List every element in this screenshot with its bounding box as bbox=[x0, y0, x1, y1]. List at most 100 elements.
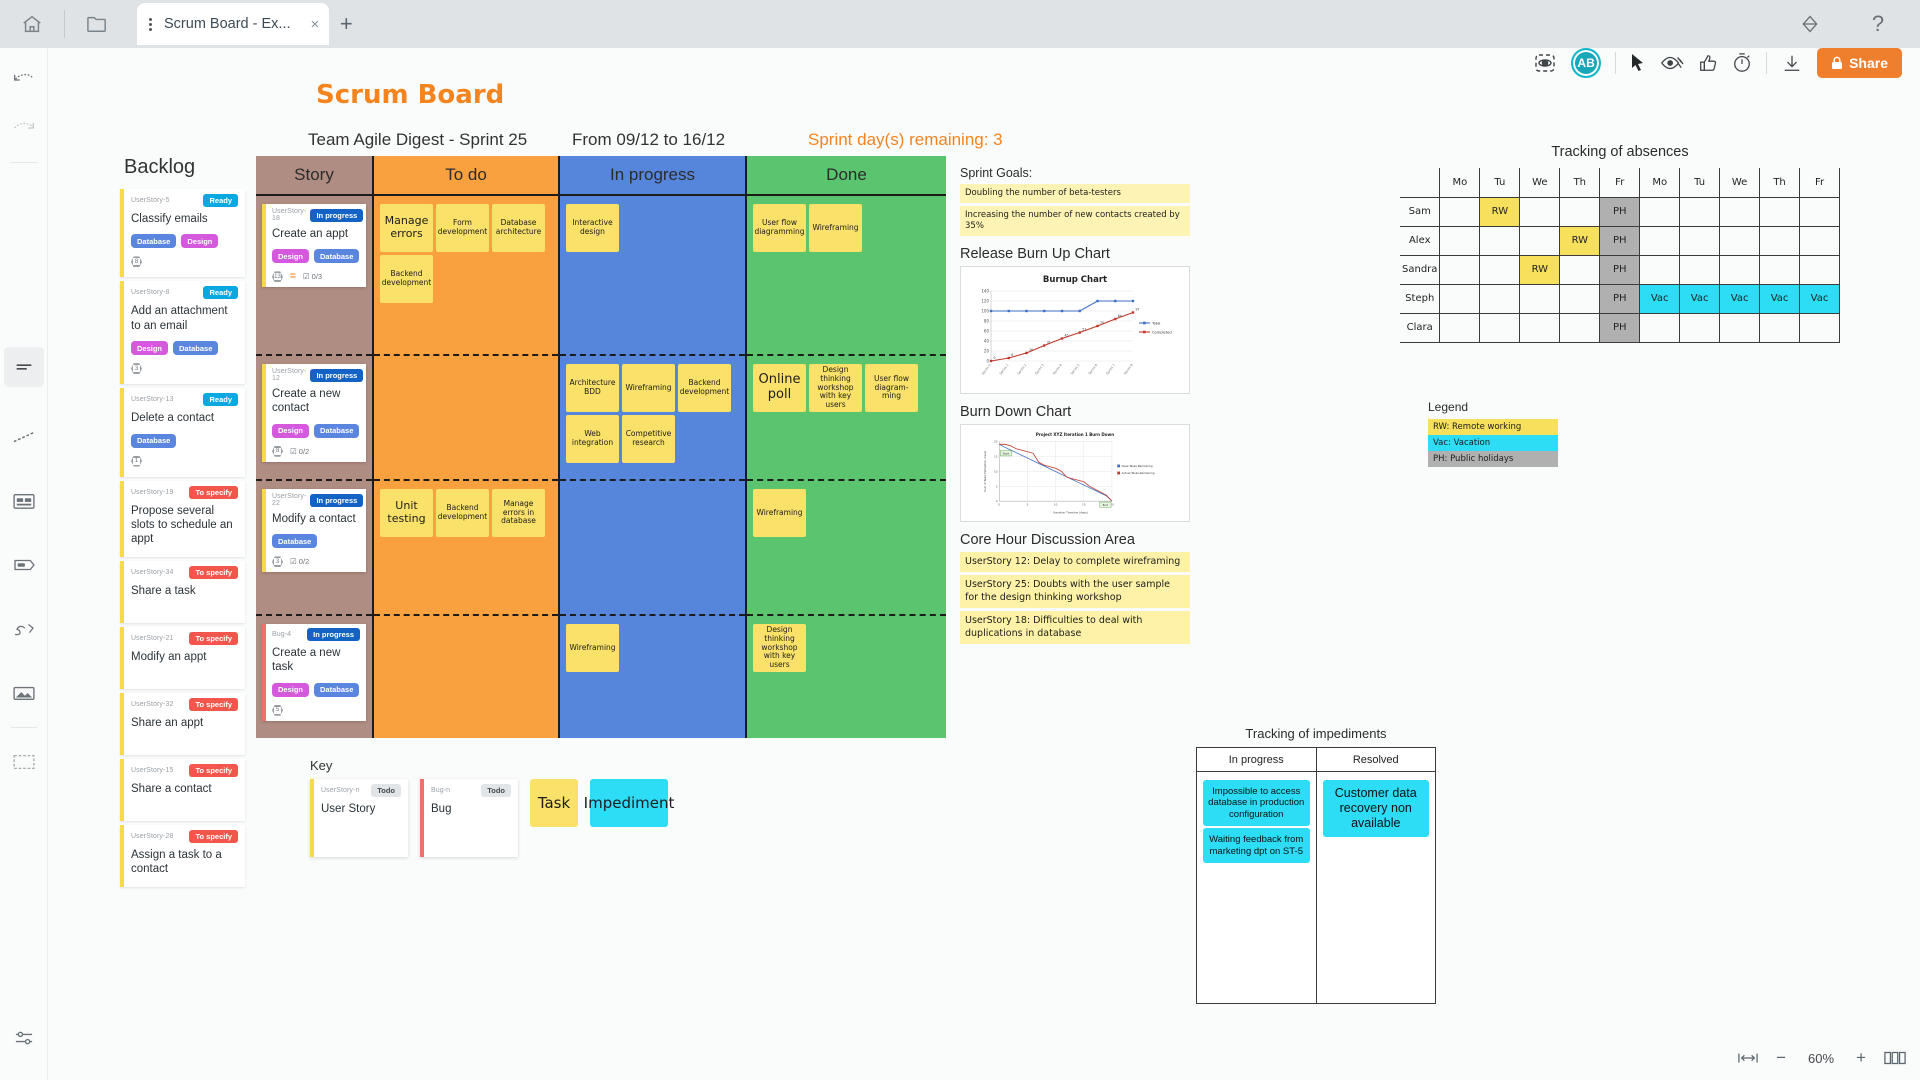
fit-screen-icon[interactable] bbox=[1738, 1051, 1758, 1065]
absences-cell[interactable]: Vac bbox=[1639, 283, 1681, 314]
home-icon[interactable] bbox=[0, 0, 64, 48]
absences-cell[interactable] bbox=[1479, 254, 1521, 285]
absences-cell[interactable]: PH bbox=[1599, 312, 1641, 343]
backlog-card[interactable]: UserStory-15 To specify Share a contact bbox=[120, 758, 245, 821]
task-sticky[interactable]: User flow diagramming bbox=[753, 204, 806, 252]
task-sticky[interactable]: Backend development bbox=[678, 364, 731, 412]
task-sticky[interactable]: Design thinking workshop with key users bbox=[753, 624, 806, 672]
task-sticky[interactable]: Database architecture bbox=[492, 204, 545, 252]
browser-tab[interactable]: Scrum Board - Ex... × bbox=[137, 3, 330, 45]
absences-cell[interactable]: Vac bbox=[1759, 283, 1801, 314]
task-sticky[interactable]: Wireframing bbox=[622, 364, 675, 412]
absences-cell[interactable] bbox=[1439, 196, 1481, 227]
task-sticky[interactable]: Backend development bbox=[380, 255, 433, 303]
task-sticky[interactable]: Wireframing bbox=[566, 624, 619, 672]
absences-cell[interactable] bbox=[1639, 225, 1681, 256]
task-sticky[interactable]: Interactive design bbox=[566, 204, 619, 252]
backlog-card[interactable]: UserStory-19 To specify Propose several … bbox=[120, 480, 245, 557]
absences-cell[interactable] bbox=[1799, 196, 1840, 227]
backlog-card[interactable]: UserStory-34 To specify Share a task bbox=[120, 560, 245, 623]
absences-cell[interactable] bbox=[1719, 225, 1761, 256]
absences-cell[interactable]: Vac bbox=[1719, 283, 1761, 314]
help-button[interactable]: ? bbox=[1846, 0, 1910, 48]
backlog-card[interactable]: UserStory-8 Ready Add an attachment to a… bbox=[120, 281, 245, 385]
absences-cell[interactable]: PH bbox=[1599, 196, 1641, 227]
new-tab-button[interactable]: + bbox=[329, 3, 363, 45]
card-icon[interactable] bbox=[4, 481, 44, 521]
task-sticky[interactable]: Form development bbox=[436, 204, 489, 252]
zoom-in-button[interactable]: + bbox=[1856, 1048, 1866, 1068]
zoom-out-button[interactable]: − bbox=[1776, 1048, 1786, 1068]
backlog-card[interactable]: UserStory-13 Ready Delete a contact Data… bbox=[120, 388, 245, 477]
undo-icon[interactable] bbox=[4, 60, 44, 100]
story-card[interactable]: Bug-4 In progress Create a new task Desi… bbox=[262, 624, 366, 721]
absences-cell[interactable]: Vac bbox=[1799, 283, 1840, 314]
absences-cell[interactable] bbox=[1759, 254, 1801, 285]
task-sticky[interactable]: User flow diagram-ming bbox=[865, 364, 918, 412]
task-sticky[interactable]: Design thinking workshop with key users bbox=[809, 364, 862, 412]
absences-cell[interactable] bbox=[1559, 254, 1601, 285]
absences-cell[interactable] bbox=[1759, 225, 1801, 256]
settings-icon[interactable] bbox=[4, 1018, 44, 1058]
absences-cell[interactable] bbox=[1719, 196, 1761, 227]
absences-cell[interactable] bbox=[1439, 312, 1481, 343]
absences-cell[interactable] bbox=[1519, 283, 1561, 314]
absences-cell[interactable]: PH bbox=[1599, 283, 1641, 314]
task-sticky[interactable]: Competitive research bbox=[622, 415, 675, 463]
story-card[interactable]: UserStory-18 In progress Create an appt … bbox=[262, 204, 366, 288]
backlog-card[interactable]: UserStory-32 To specify Share an appt bbox=[120, 692, 245, 755]
task-sticky[interactable]: Online poll bbox=[753, 364, 806, 412]
pen-icon[interactable] bbox=[4, 609, 44, 649]
story-card[interactable]: UserStory-12 In progress Create a new co… bbox=[262, 364, 366, 462]
absences-cell[interactable]: RW bbox=[1559, 225, 1601, 256]
absences-cell[interactable] bbox=[1679, 225, 1721, 256]
task-sticky[interactable]: Web integration bbox=[566, 415, 619, 463]
absences-cell[interactable] bbox=[1679, 254, 1721, 285]
absences-cell[interactable] bbox=[1439, 254, 1481, 285]
backlog-card[interactable]: UserStory-21 To specify Modify an appt bbox=[120, 626, 245, 689]
absences-cell[interactable] bbox=[1439, 225, 1481, 256]
absences-cell[interactable] bbox=[1519, 312, 1561, 343]
absences-cell[interactable] bbox=[1519, 225, 1561, 256]
absences-cell[interactable] bbox=[1719, 254, 1761, 285]
frame-icon[interactable] bbox=[4, 742, 44, 782]
absences-cell[interactable] bbox=[1679, 196, 1721, 227]
backlog-card[interactable]: UserStory-28 To specify Assign a task to… bbox=[120, 824, 245, 887]
absences-cell[interactable] bbox=[1799, 225, 1840, 256]
task-sticky[interactable]: Wireframing bbox=[809, 204, 862, 252]
story-card[interactable]: UserStory-22 In progress Modify a contac… bbox=[262, 489, 366, 573]
absences-cell[interactable] bbox=[1799, 312, 1840, 343]
tab-menu-icon[interactable] bbox=[143, 17, 158, 31]
absences-cell[interactable] bbox=[1639, 196, 1681, 227]
task-sticky[interactable]: Architecture BDD bbox=[566, 364, 619, 412]
absences-cell[interactable] bbox=[1679, 312, 1721, 343]
task-sticky[interactable]: Manage errors in database bbox=[492, 489, 545, 537]
task-sticky[interactable]: Wireframing bbox=[753, 489, 806, 537]
absences-cell[interactable] bbox=[1519, 196, 1561, 227]
task-sticky[interactable]: Backend development bbox=[436, 489, 489, 537]
tag-icon[interactable] bbox=[4, 545, 44, 585]
folder-icon[interactable] bbox=[65, 0, 129, 48]
line-icon[interactable] bbox=[4, 417, 44, 457]
absences-cell[interactable] bbox=[1799, 254, 1840, 285]
task-sticky[interactable]: Unit testing bbox=[380, 489, 433, 537]
pages-icon[interactable] bbox=[1884, 1050, 1906, 1066]
absences-cell[interactable]: Vac bbox=[1679, 283, 1721, 314]
absences-cell[interactable] bbox=[1559, 283, 1601, 314]
absences-cell[interactable]: RW bbox=[1479, 196, 1521, 227]
absences-cell[interactable]: RW bbox=[1519, 254, 1561, 285]
sticky-note-icon[interactable] bbox=[3, 347, 44, 387]
absences-cell[interactable]: PH bbox=[1599, 225, 1641, 256]
absences-cell[interactable] bbox=[1479, 283, 1521, 314]
diamond-icon[interactable] bbox=[1778, 0, 1842, 48]
absences-cell[interactable] bbox=[1439, 283, 1481, 314]
absences-cell[interactable] bbox=[1479, 312, 1521, 343]
absences-cell[interactable] bbox=[1639, 254, 1681, 285]
absences-cell[interactable] bbox=[1719, 312, 1761, 343]
absences-cell[interactable] bbox=[1559, 312, 1601, 343]
absences-cell[interactable]: PH bbox=[1599, 254, 1641, 285]
image-icon[interactable] bbox=[4, 673, 44, 713]
task-sticky[interactable]: Manage errors bbox=[380, 204, 433, 252]
absences-cell[interactable] bbox=[1559, 196, 1601, 227]
absences-cell[interactable] bbox=[1479, 225, 1521, 256]
